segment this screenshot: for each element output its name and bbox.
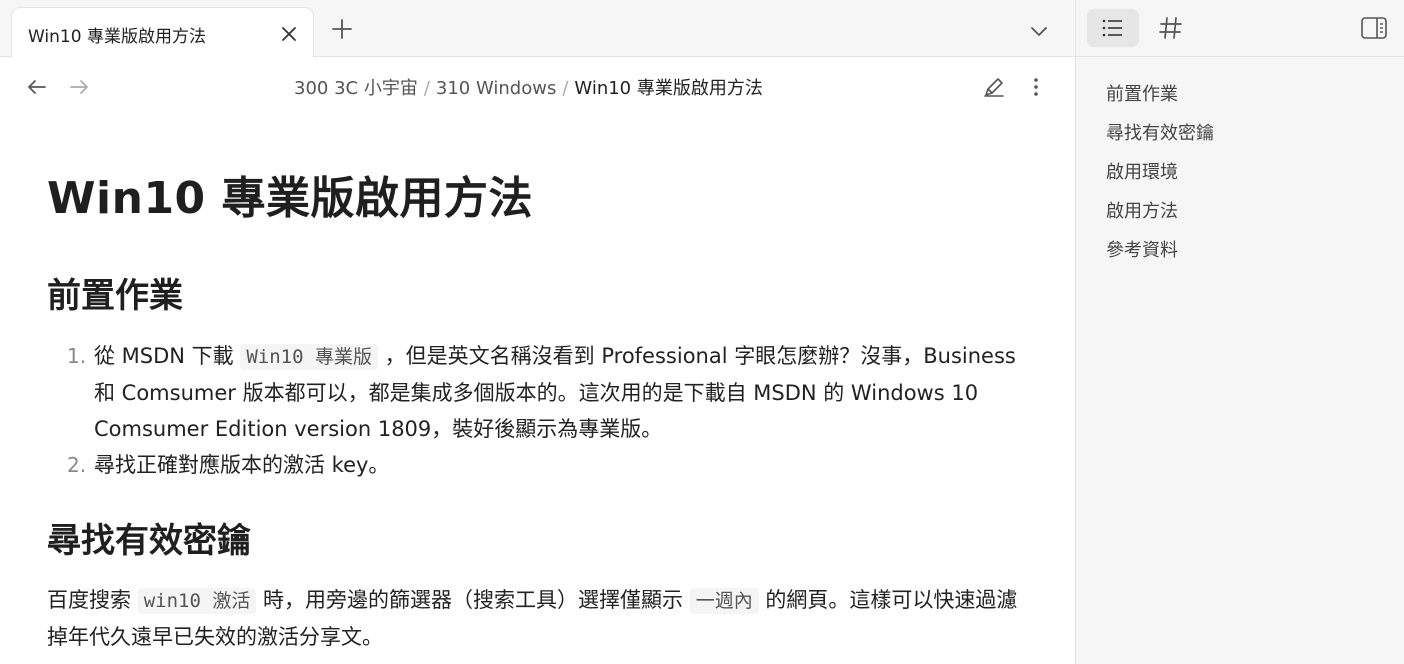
outline-item[interactable]: 尋找有效密鑰	[1106, 121, 1214, 160]
outline-list: 前置作業 尋找有效密鑰 啟用環境 啟用方法 參考資料	[1106, 82, 1214, 277]
pencil-icon[interactable]	[980, 73, 1008, 101]
outline-item[interactable]: 參考資料	[1106, 238, 1214, 277]
list-item: 2. 尋找正確對應版本的激活 key。	[47, 447, 1037, 483]
hash-icon[interactable]	[1154, 11, 1188, 45]
inline-code: win10 激活	[137, 588, 257, 614]
editor-pane: Win10 專業版啟用方法 300 3C 小宇宙/310 Windows / Win…	[0, 0, 1075, 664]
breadcrumb: 300 3C 小宇宙/310 Windows / Win10 專業版啟用方法	[294, 74, 763, 100]
outline-tab-button[interactable]	[1087, 9, 1139, 47]
breadcrumb-item[interactable]: 300 3C 小宇宙	[294, 78, 418, 99]
breadcrumb-separator: /	[423, 78, 430, 99]
page-title: Win10 專業版啟用方法	[47, 173, 533, 224]
paragraph-text: 百度搜索	[47, 588, 138, 612]
paragraph: 百度搜索 win10 激活 時，用旁邊的篩選器（搜索工具）選擇僅顯示 一週內 的…	[47, 582, 1037, 655]
plus-icon[interactable]	[328, 15, 356, 43]
outline-item[interactable]: 啟用方法	[1106, 199, 1214, 238]
nav-bar: 300 3C 小宇宙/310 Windows / Win10 專業版啟用方法	[0, 58, 1075, 114]
outline-item[interactable]: 前置作業	[1106, 82, 1214, 121]
list-item: 1. 從 MSDN 下載 Win10 專業版 ，但是英文名稱沒看到 Profes…	[47, 338, 1037, 447]
sidebar-header	[1076, 0, 1404, 57]
more-vertical-icon[interactable]	[1024, 73, 1048, 101]
breadcrumb-item[interactable]: 310 Windows	[436, 78, 556, 99]
inline-code: Win10 專業版	[240, 344, 378, 370]
right-sidebar: 前置作業 尋找有效密鑰 啟用環境 啟用方法 參考資料	[1075, 0, 1404, 664]
list-text: 尋找正確對應版本的激活 key。	[94, 453, 390, 477]
chevron-down-icon[interactable]	[1026, 18, 1052, 44]
sidebar-toggle-icon[interactable]	[1360, 16, 1388, 40]
list-number: 2.	[67, 453, 87, 477]
ordered-list: 1. 從 MSDN 下載 Win10 專業版 ，但是英文名稱沒看到 Profes…	[47, 338, 1037, 483]
arrow-left-icon[interactable]	[24, 74, 50, 100]
breadcrumb-separator: /	[562, 78, 569, 99]
close-icon[interactable]	[276, 21, 302, 47]
inline-code: 一週內	[689, 588, 759, 614]
section-heading-prep: 前置作業	[47, 276, 183, 316]
breadcrumb-current[interactable]: Win10 專業版啟用方法	[574, 78, 762, 99]
arrow-right-icon[interactable]	[66, 74, 92, 100]
paragraph-text: 時，用旁邊的篩選器（搜索工具）選擇僅顯示	[256, 588, 690, 612]
section-heading-key: 尋找有效密鑰	[47, 521, 251, 561]
list-number: 1.	[67, 344, 87, 368]
tab-active[interactable]: Win10 專業版啟用方法	[11, 7, 314, 58]
tab-title: Win10 專業版啟用方法	[28, 27, 206, 47]
outline-item[interactable]: 啟用環境	[1106, 160, 1214, 199]
tab-bar: Win10 專業版啟用方法	[0, 0, 1075, 58]
list-text: 從 MSDN 下載	[94, 344, 241, 368]
